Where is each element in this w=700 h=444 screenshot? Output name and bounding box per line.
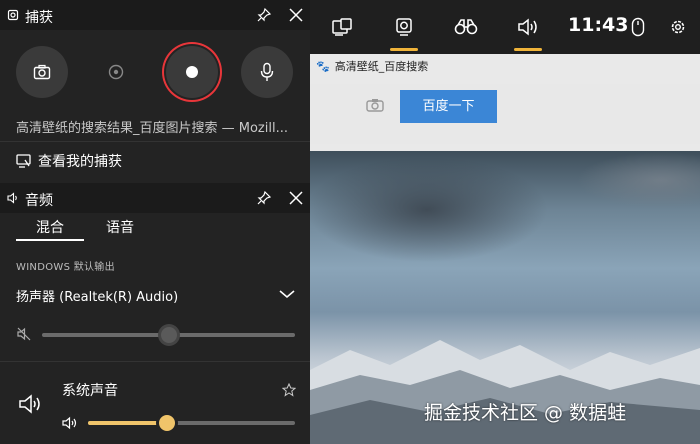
record-last-icon [108, 64, 124, 80]
audio-tabs: 混合 语音 [0, 213, 310, 243]
widget-menu-icon [332, 18, 352, 36]
browser-tab[interactable]: 🐾 高清壁纸_百度搜索 [316, 58, 428, 76]
browser-tab-title: 高清壁纸_百度搜索 [334, 60, 429, 73]
capture-widget: 捕获 高清壁纸的搜索结果_百度图片搜索 — Mozill... 查看我的捕获 [0, 0, 310, 183]
audio-title: 音频 [25, 193, 53, 209]
baidu-search-button[interactable]: 百度一下 [400, 90, 497, 123]
close-icon[interactable] [288, 190, 304, 206]
tab-voice[interactable]: 语音 [106, 217, 134, 237]
microphone-icon [260, 62, 274, 81]
master-mute-icon[interactable] [16, 326, 32, 342]
speaker-header-icon [7, 192, 17, 204]
binoculars-icon [454, 19, 478, 35]
start-recording-button[interactable] [166, 46, 218, 98]
camera-icon [33, 64, 51, 80]
pin-icon[interactable] [256, 190, 272, 206]
master-volume-slider[interactable] [42, 327, 295, 343]
record-dot-icon [186, 66, 198, 78]
record-last-button[interactable] [90, 46, 142, 98]
capture-toggle-button[interactable] [380, 0, 428, 54]
default-output-label: WINDOWS 默认输出 [16, 262, 115, 273]
capture-header[interactable]: 捕获 [0, 0, 310, 30]
capture-active-indicator [390, 48, 418, 51]
system-sounds-volume-slider[interactable] [88, 415, 295, 431]
capture-source-text: 高清壁纸的搜索结果_百度图片搜索 — Mozill... [16, 121, 288, 136]
audio-active-indicator [514, 48, 542, 51]
pin-icon[interactable] [256, 7, 272, 23]
capture-divider [0, 141, 310, 142]
screenshot-button[interactable] [16, 46, 68, 98]
settings-button[interactable] [654, 0, 700, 54]
audio-header[interactable]: 音频 [0, 183, 310, 213]
app-volume-fill [88, 421, 167, 425]
camera-search-icon[interactable] [366, 98, 384, 112]
app-volume-thumb[interactable] [158, 415, 175, 431]
browser-search-area [310, 84, 700, 144]
audio-divider [0, 361, 310, 362]
tab-mix[interactable]: 混合 [36, 217, 64, 237]
microphone-toggle-button[interactable] [241, 46, 293, 98]
baidu-paw-icon: 🐾 [316, 60, 330, 73]
system-sounds-label: 系统声音 [62, 383, 118, 399]
master-volume-thumb[interactable] [160, 327, 177, 343]
mountain-wallpaper-image [310, 340, 700, 444]
favorite-star-icon[interactable] [282, 383, 296, 397]
chevron-down-icon[interactable] [278, 289, 296, 299]
system-sounds-app-icon [19, 394, 40, 414]
watermark-text: 掘金技术社区 @ 数据蛙 [424, 402, 627, 424]
widget-menu-button[interactable] [318, 0, 366, 54]
output-device-select[interactable]: 扬声器 (Realtek(R) Audio) [16, 286, 178, 305]
gallery-icon [16, 154, 31, 168]
mouse-icon [631, 17, 645, 37]
audio-widget: 音频 混合 语音 WINDOWS 默认输出 扬声器 (Realtek(R) Au… [0, 183, 310, 444]
settings-gear-icon [671, 20, 685, 34]
app-volume-icon[interactable] [62, 416, 78, 430]
looking-for-group-button[interactable] [442, 0, 490, 54]
see-my-captures-link[interactable]: 查看我的捕获 [16, 151, 122, 171]
audio-toggle-button[interactable] [504, 0, 552, 54]
close-icon[interactable] [288, 7, 304, 23]
capture-title: 捕获 [25, 10, 53, 26]
capture-header-icon [7, 9, 19, 21]
tab-selected-indicator [16, 239, 84, 241]
capture-icon [396, 18, 412, 36]
see-my-captures-label: 查看我的捕获 [38, 154, 122, 170]
audio-icon [518, 18, 537, 36]
